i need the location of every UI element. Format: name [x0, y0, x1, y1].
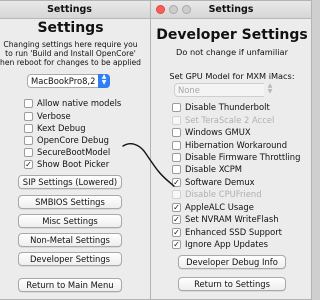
checkbox-box[interactable] — [172, 153, 181, 162]
checkbox-box[interactable]: ✓ — [172, 215, 181, 224]
chevron-updown-icon: ▲ ▼ — [264, 83, 276, 97]
sip-settings-button[interactable]: SIP Settings (Lowered) — [18, 175, 122, 189]
checkbox-box — [172, 190, 181, 199]
return-to-settings-button[interactable]: Return to Settings — [178, 277, 286, 291]
gpu-model-select: None ▲ ▼ — [174, 83, 276, 97]
checkbox-box — [172, 116, 181, 125]
minimize-button[interactable] — [169, 5, 178, 14]
checkbox-box[interactable] — [172, 128, 181, 137]
warning-text: Do not change if unfamiliar — [176, 47, 288, 57]
non-metal-settings-button[interactable]: Non-Metal Settings — [18, 233, 122, 247]
checkbox-box[interactable] — [172, 103, 181, 112]
checkbox-box[interactable] — [24, 148, 33, 157]
checkbox-box[interactable] — [24, 124, 33, 133]
checkbox-box[interactable] — [24, 136, 33, 145]
smbios-settings-button[interactable]: SMBIOS Settings — [18, 195, 122, 209]
settings-window: Settings Settings Changing settings here… — [0, 0, 151, 300]
settings-window-titlebar[interactable]: Settings — [0, 1, 150, 19]
info-line-3: hen reboot for changes to be applied — [0, 58, 141, 67]
gpu-model-select-value: None — [178, 85, 200, 95]
checkbox-box[interactable] — [172, 165, 181, 174]
model-select[interactable]: MacBookPro8,2 ▲ ▼ — [27, 74, 110, 88]
page-title: Settings — [37, 20, 104, 36]
checkbox-box[interactable]: ✓ — [24, 160, 33, 169]
gpu-model-label: Set GPU Model for MXM iMacs: — [169, 71, 295, 81]
checkbox-box[interactable] — [24, 112, 33, 121]
return-to-main-menu-button[interactable]: Return to Main Menu — [18, 278, 122, 292]
developer-debug-info-button[interactable]: Developer Debug Info — [178, 255, 286, 269]
checkbox-box[interactable]: ✓ — [172, 240, 181, 249]
developer-settings-button[interactable]: Developer Settings — [18, 252, 122, 266]
window-title: Settings — [208, 4, 254, 15]
zoom-button[interactable] — [182, 5, 191, 14]
window-title: Settings — [47, 4, 92, 15]
close-button[interactable] — [156, 5, 165, 14]
developer-settings-titlebar[interactable]: Settings — [151, 1, 311, 19]
model-select-value: MacBookPro8,2 — [31, 76, 96, 86]
checkbox-box[interactable] — [172, 141, 181, 150]
chevron-updown-icon: ▲ ▼ — [98, 74, 110, 88]
checkbox-box[interactable]: ✓ — [172, 203, 181, 212]
misc-settings-button[interactable]: Misc Settings — [18, 214, 122, 228]
checkbox-box[interactable]: ✓ — [172, 178, 181, 187]
checkbox-box[interactable] — [24, 99, 33, 108]
checkbox-box[interactable]: ✓ — [172, 228, 181, 237]
page-title: Developer Settings — [156, 27, 308, 43]
developer-settings-window: Settings Developer Settings Do not chang… — [150, 0, 312, 300]
